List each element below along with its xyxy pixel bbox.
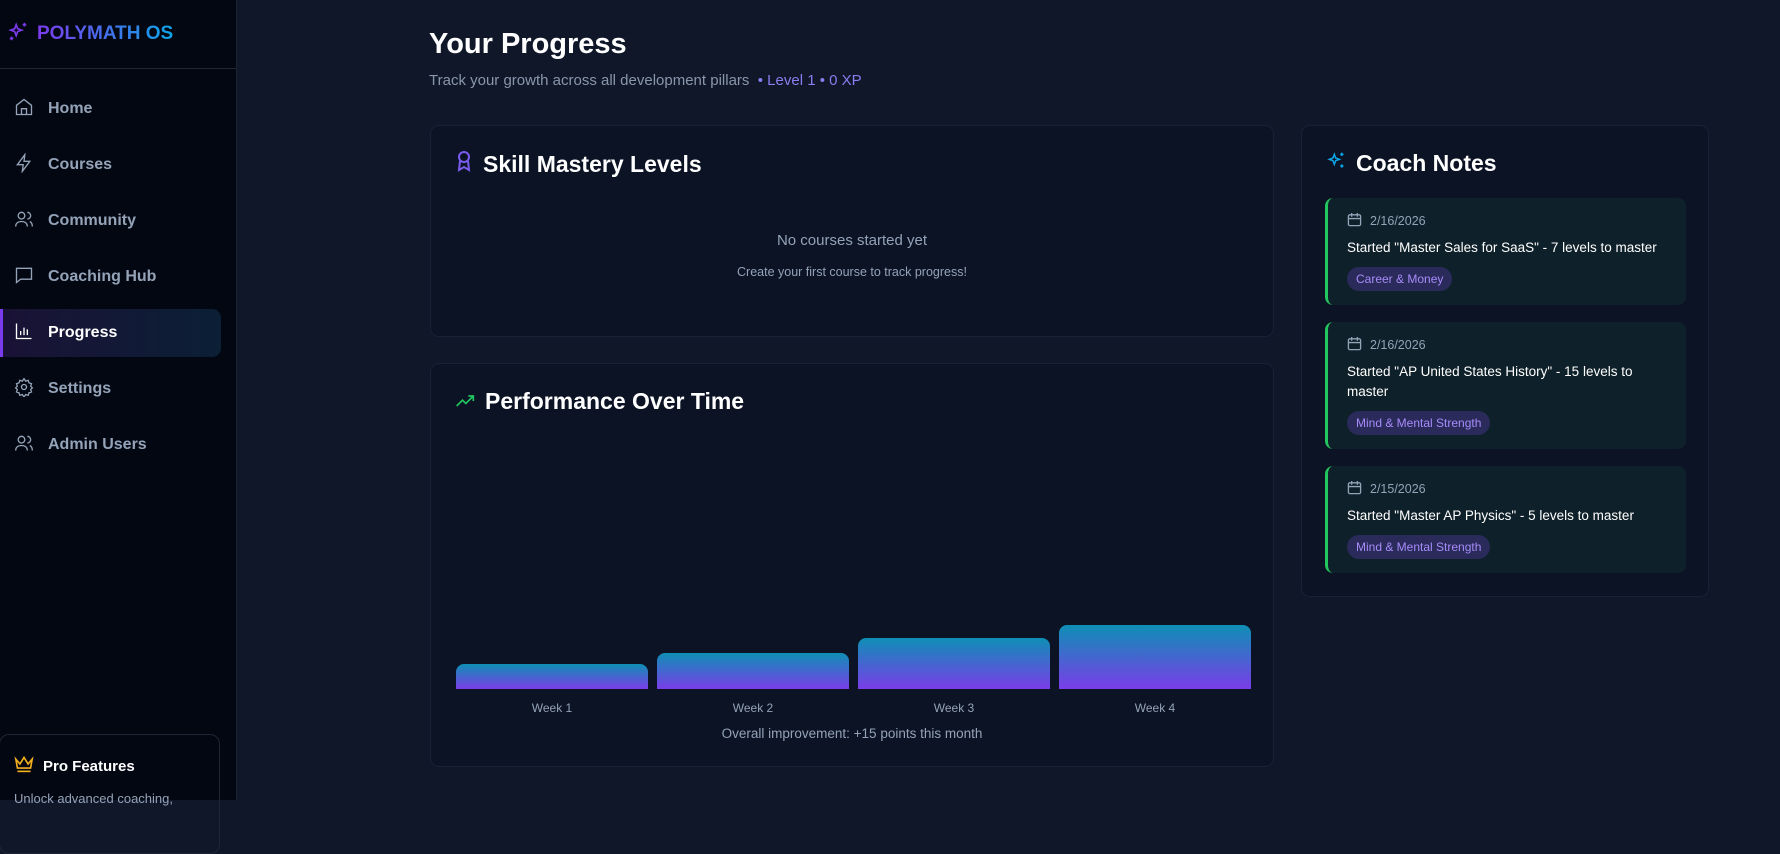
calendar-icon — [1347, 336, 1362, 354]
sidebar-item-label: Progress — [48, 324, 118, 341]
skill-mastery-card: Skill Mastery Levels No courses started … — [430, 125, 1274, 337]
x-tick-label: Week 3 — [933, 701, 975, 715]
x-tick-label: Week 4 — [1134, 701, 1176, 715]
sidebar-item-settings[interactable]: Settings — [0, 365, 221, 413]
chart-bar — [456, 664, 648, 689]
level-xp: • Level 1 • 0 XP — [757, 72, 862, 89]
users-icon — [14, 433, 34, 458]
sidebar-item-label: Coaching Hub — [48, 268, 157, 285]
bolt-icon — [14, 151, 34, 178]
coach-note[interactable]: 2/15/2026 Started "Master AP Physics" - 5… — [1325, 466, 1686, 573]
message-icon — [14, 265, 34, 290]
card-title: Performance Over Time — [485, 388, 745, 414]
coach-note[interactable]: 2/16/2026 Started "AP United States Histo… — [1325, 322, 1686, 449]
note-text: Started "Master Sales for SaaS" - 7 leve… — [1347, 240, 1657, 255]
sparkles-icon — [7, 21, 29, 48]
coach-notes-card: Coach Notes 2/16/2026 Started "Master Sal… — [1301, 125, 1709, 597]
empty-state-title: No courses started yet — [776, 232, 928, 249]
sidebar-item-label: Settings — [48, 380, 112, 397]
card-title: Skill Mastery Levels — [483, 150, 702, 177]
note-date: 2/16/2026 — [1370, 338, 1426, 352]
home-icon — [14, 97, 34, 122]
card-title: Coach Notes — [1356, 150, 1497, 176]
sidebar-item-home[interactable]: Home — [0, 85, 221, 133]
calendar-icon — [1347, 212, 1362, 230]
sidebar-item-admin-users[interactable]: Admin Users — [0, 421, 221, 469]
sparkles-icon — [1326, 150, 1346, 177]
pro-features-text: Unlock advanced coaching, — [14, 791, 173, 806]
pro-features-title: Pro Features — [43, 757, 135, 775]
sidebar-item-label: Courses — [48, 156, 113, 173]
sidebar-item-label: Admin Users — [48, 436, 147, 453]
x-tick-label: Week 1 — [531, 701, 573, 715]
x-tick-label: Week 2 — [732, 701, 774, 715]
crown-icon — [14, 755, 34, 777]
sidebar: POLYMATH OS Home Courses Community Coach… — [0, 0, 237, 854]
improvement-summary: Overall improvement: +15 points this mon… — [721, 726, 983, 741]
pillar-tag: Career & Money — [1347, 267, 1453, 291]
pillar-tag: Mind & Mental Strength — [1347, 411, 1491, 435]
chart-bar — [858, 638, 1050, 689]
gear-icon — [14, 376, 34, 402]
note-text: Started "Master AP Physics" - 5 levels t… — [1347, 508, 1634, 523]
pro-features-card[interactable]: Pro Features Unlock advanced coaching, — [0, 734, 220, 854]
brand[interactable]: POLYMATH OS — [0, 0, 236, 69]
trending-up-icon — [455, 388, 475, 415]
coach-note[interactable]: 2/16/2026 Started "Master Sales for SaaS"… — [1325, 198, 1686, 305]
chart-bar — [657, 652, 849, 689]
sidebar-item-label: Community — [48, 212, 136, 229]
chart-bar — [1059, 625, 1251, 689]
sidebar-item-courses[interactable]: Courses — [0, 141, 221, 189]
sidebar-item-community[interactable]: Community — [0, 197, 221, 245]
users-icon — [14, 209, 34, 234]
subtitle-text: Track your growth across all development… — [429, 72, 750, 89]
note-date: 2/15/2026 — [1370, 482, 1426, 496]
sidebar-item-label: Home — [48, 100, 93, 117]
award-icon — [455, 150, 473, 178]
note-text: Started "AP United States History" - 15 … — [1347, 364, 1633, 399]
performance-card: Performance Over Time Overall improvemen… — [430, 363, 1274, 767]
note-date: 2/16/2026 — [1370, 214, 1426, 228]
sidebar-item-coaching-hub[interactable]: Coaching Hub — [0, 253, 221, 301]
brand-name: POLYMATH OS — [37, 23, 174, 44]
page-subtitle: Track your growth across all development… — [429, 72, 862, 89]
calendar-icon — [1347, 480, 1362, 498]
empty-state-text: Create your first course to track progre… — [737, 265, 967, 279]
page-title: Your Progress — [429, 28, 627, 60]
pillar-tag: Mind & Mental Strength — [1347, 535, 1491, 559]
bar-chart-icon — [14, 321, 34, 346]
sidebar-item-progress[interactable]: Progress — [0, 309, 221, 357]
